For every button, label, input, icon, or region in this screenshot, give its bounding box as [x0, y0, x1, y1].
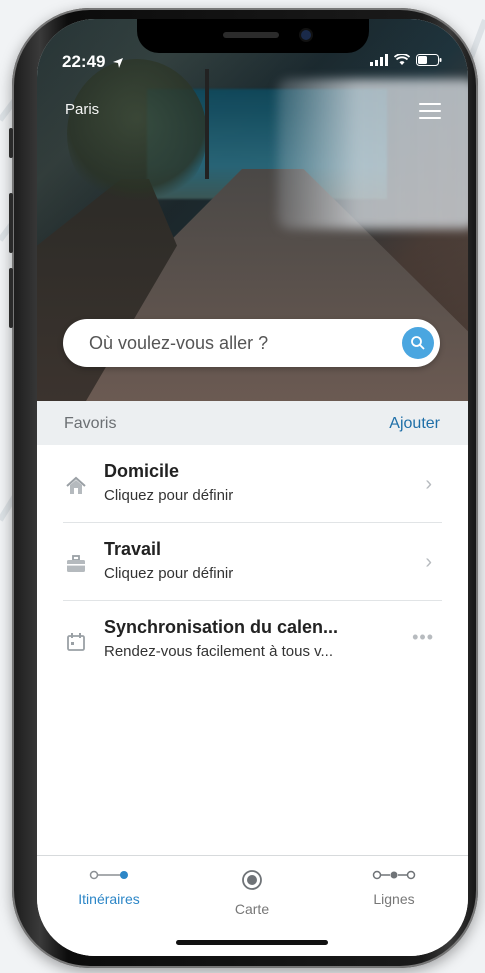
volume-down-button	[9, 268, 13, 328]
tab-label: Carte	[234, 901, 270, 917]
lines-icon	[372, 870, 416, 880]
favorites-header: Favoris Ajouter	[37, 401, 468, 445]
item-title: Travail	[104, 539, 162, 559]
chevron-right-icon: ›	[425, 473, 432, 495]
app-screen: 22:49 Paris Où voulez-vous aller ? Favor…	[37, 19, 468, 956]
chevron-right-icon: ›	[425, 551, 432, 573]
notch	[137, 19, 369, 53]
search-icon	[411, 336, 425, 350]
location-arrow-icon	[113, 57, 124, 68]
item-subtitle: Cliquez pour définir	[104, 565, 234, 582]
favorite-calendar-sync[interactable]: Synchronisation du calen... Rendez-vous …	[37, 601, 468, 679]
favorite-work[interactable]: Travail Cliquez pour définir ›	[37, 523, 468, 601]
search-button[interactable]	[402, 327, 434, 359]
city-label[interactable]: Paris	[65, 101, 99, 118]
signal-icon	[370, 54, 388, 66]
blurred-bus	[277, 79, 468, 229]
route-icon	[89, 870, 128, 880]
item-title: Domicile	[104, 461, 180, 481]
tab-itineraires[interactable]: Itinéraires	[49, 868, 169, 907]
briefcase-icon	[67, 555, 85, 572]
calendar-icon	[67, 633, 85, 651]
battery-icon	[416, 54, 442, 66]
tab-carte[interactable]: Carte	[192, 868, 312, 917]
wifi-icon	[394, 54, 410, 65]
favorites-list: Domicile Cliquez pour définir › Travail …	[37, 445, 468, 679]
tab-label: Lignes	[373, 891, 415, 907]
mute-switch	[9, 128, 13, 158]
home-icon	[66, 476, 86, 494]
hero-photo: 22:49 Paris Où voulez-vous aller ?	[37, 19, 468, 401]
favorite-home[interactable]: Domicile Cliquez pour définir ›	[37, 445, 468, 523]
favorites-title: Favoris	[64, 415, 117, 432]
tab-label: Itinéraires	[78, 891, 140, 907]
item-title: Synchronisation du calen...	[104, 617, 339, 637]
menu-icon[interactable]	[419, 103, 441, 119]
map-target-icon	[242, 870, 262, 890]
more-icon[interactable]: •••	[412, 627, 434, 648]
item-subtitle: Cliquez pour définir	[104, 487, 234, 504]
item-subtitle: Rendez-vous facilement à tous v...	[104, 643, 333, 660]
volume-up-button	[9, 193, 13, 253]
tab-lignes[interactable]: Lignes	[334, 868, 454, 907]
home-indicator[interactable]	[176, 940, 328, 945]
status-time: 22:49	[62, 52, 124, 72]
search-placeholder[interactable]: Où voulez-vous aller ?	[89, 333, 268, 354]
search-bar[interactable]: Où voulez-vous aller ?	[63, 319, 440, 367]
add-favorite-button[interactable]: Ajouter	[389, 415, 440, 433]
status-icons	[370, 54, 442, 66]
